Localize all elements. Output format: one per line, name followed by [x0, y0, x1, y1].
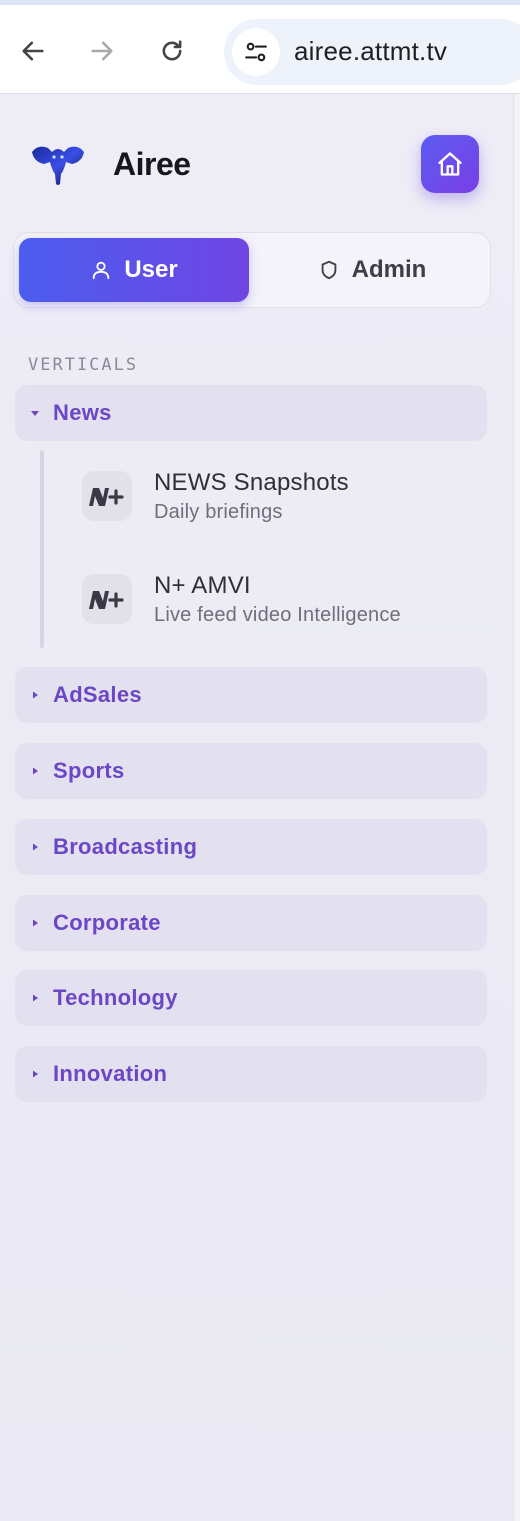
vertical-label: Sports [53, 758, 125, 783]
tune-icon [245, 42, 267, 62]
brand-name: Airee [113, 146, 191, 182]
user-role-button[interactable]: User [19, 238, 249, 302]
vertical-innovation[interactable]: Innovation [15, 1046, 487, 1102]
caret-right-icon [30, 690, 40, 700]
vertical-label: News [53, 400, 112, 425]
elephant-logo-icon [28, 142, 88, 186]
caret-right-icon [30, 993, 40, 1003]
vertical-label: Corporate [53, 910, 161, 935]
user-icon [93, 261, 110, 280]
section-label: VERTICALS [28, 355, 139, 375]
arrow-right-icon [91, 41, 113, 61]
sub-item-news-snapshots[interactable]: NEWS Snapshots Daily briefings [82, 469, 482, 551]
caret-right-icon [30, 1069, 40, 1079]
n-plus-logo-icon [82, 574, 132, 624]
sub-item-title: NEWS Snapshots [154, 469, 349, 496]
caret-down-icon [30, 408, 40, 418]
arrow-left-icon [22, 41, 44, 61]
caret-right-icon [30, 766, 40, 776]
address-bar[interactable]: airee.attmt.tv [224, 19, 520, 85]
role-toggle: User Admin [13, 232, 491, 308]
vertical-label: Broadcasting [53, 834, 198, 859]
caret-right-icon [30, 842, 40, 852]
vertical-label: Technology [53, 985, 178, 1010]
vertical-news[interactable]: News [15, 385, 487, 441]
vertical-broadcasting[interactable]: Broadcasting [15, 819, 487, 875]
vertical-corporate[interactable]: Corporate [15, 895, 487, 951]
forward-button[interactable] [84, 33, 120, 69]
n-plus-logo-icon [82, 471, 132, 521]
home-icon [438, 152, 462, 176]
caret-right-icon [30, 918, 40, 928]
sub-item-n-plus-amvi[interactable]: N+ AMVI Live feed video Intelligence [82, 572, 482, 654]
user-role-label: User [124, 256, 178, 283]
admin-role-button[interactable]: Admin [257, 238, 487, 302]
home-button[interactable] [421, 135, 479, 193]
vertical-label: Innovation [53, 1061, 168, 1086]
content-edge [513, 94, 520, 1521]
reload-button[interactable] [154, 33, 190, 69]
sub-item-description: Daily briefings [154, 501, 283, 523]
sub-item-description: Live feed video Intelligence [154, 604, 401, 626]
vertical-sports[interactable]: Sports [15, 743, 487, 799]
browser-toolbar: airee.attmt.tv [0, 0, 520, 94]
sidebar: Airee User Admin VERTICALS News NEWS Sna… [0, 94, 513, 1521]
back-button[interactable] [15, 33, 51, 69]
vertical-label: AdSales [53, 682, 142, 707]
admin-role-label: Admin [351, 256, 427, 283]
sub-item-title: N+ AMVI [154, 572, 251, 599]
site-info-button[interactable] [232, 28, 280, 76]
vertical-technology[interactable]: Technology [15, 970, 487, 1026]
reload-icon [162, 40, 182, 61]
url-text[interactable]: airee.attmt.tv [294, 36, 447, 67]
shield-icon [321, 260, 336, 280]
sub-items-rail [40, 450, 44, 648]
vertical-adsales[interactable]: AdSales [15, 667, 487, 723]
